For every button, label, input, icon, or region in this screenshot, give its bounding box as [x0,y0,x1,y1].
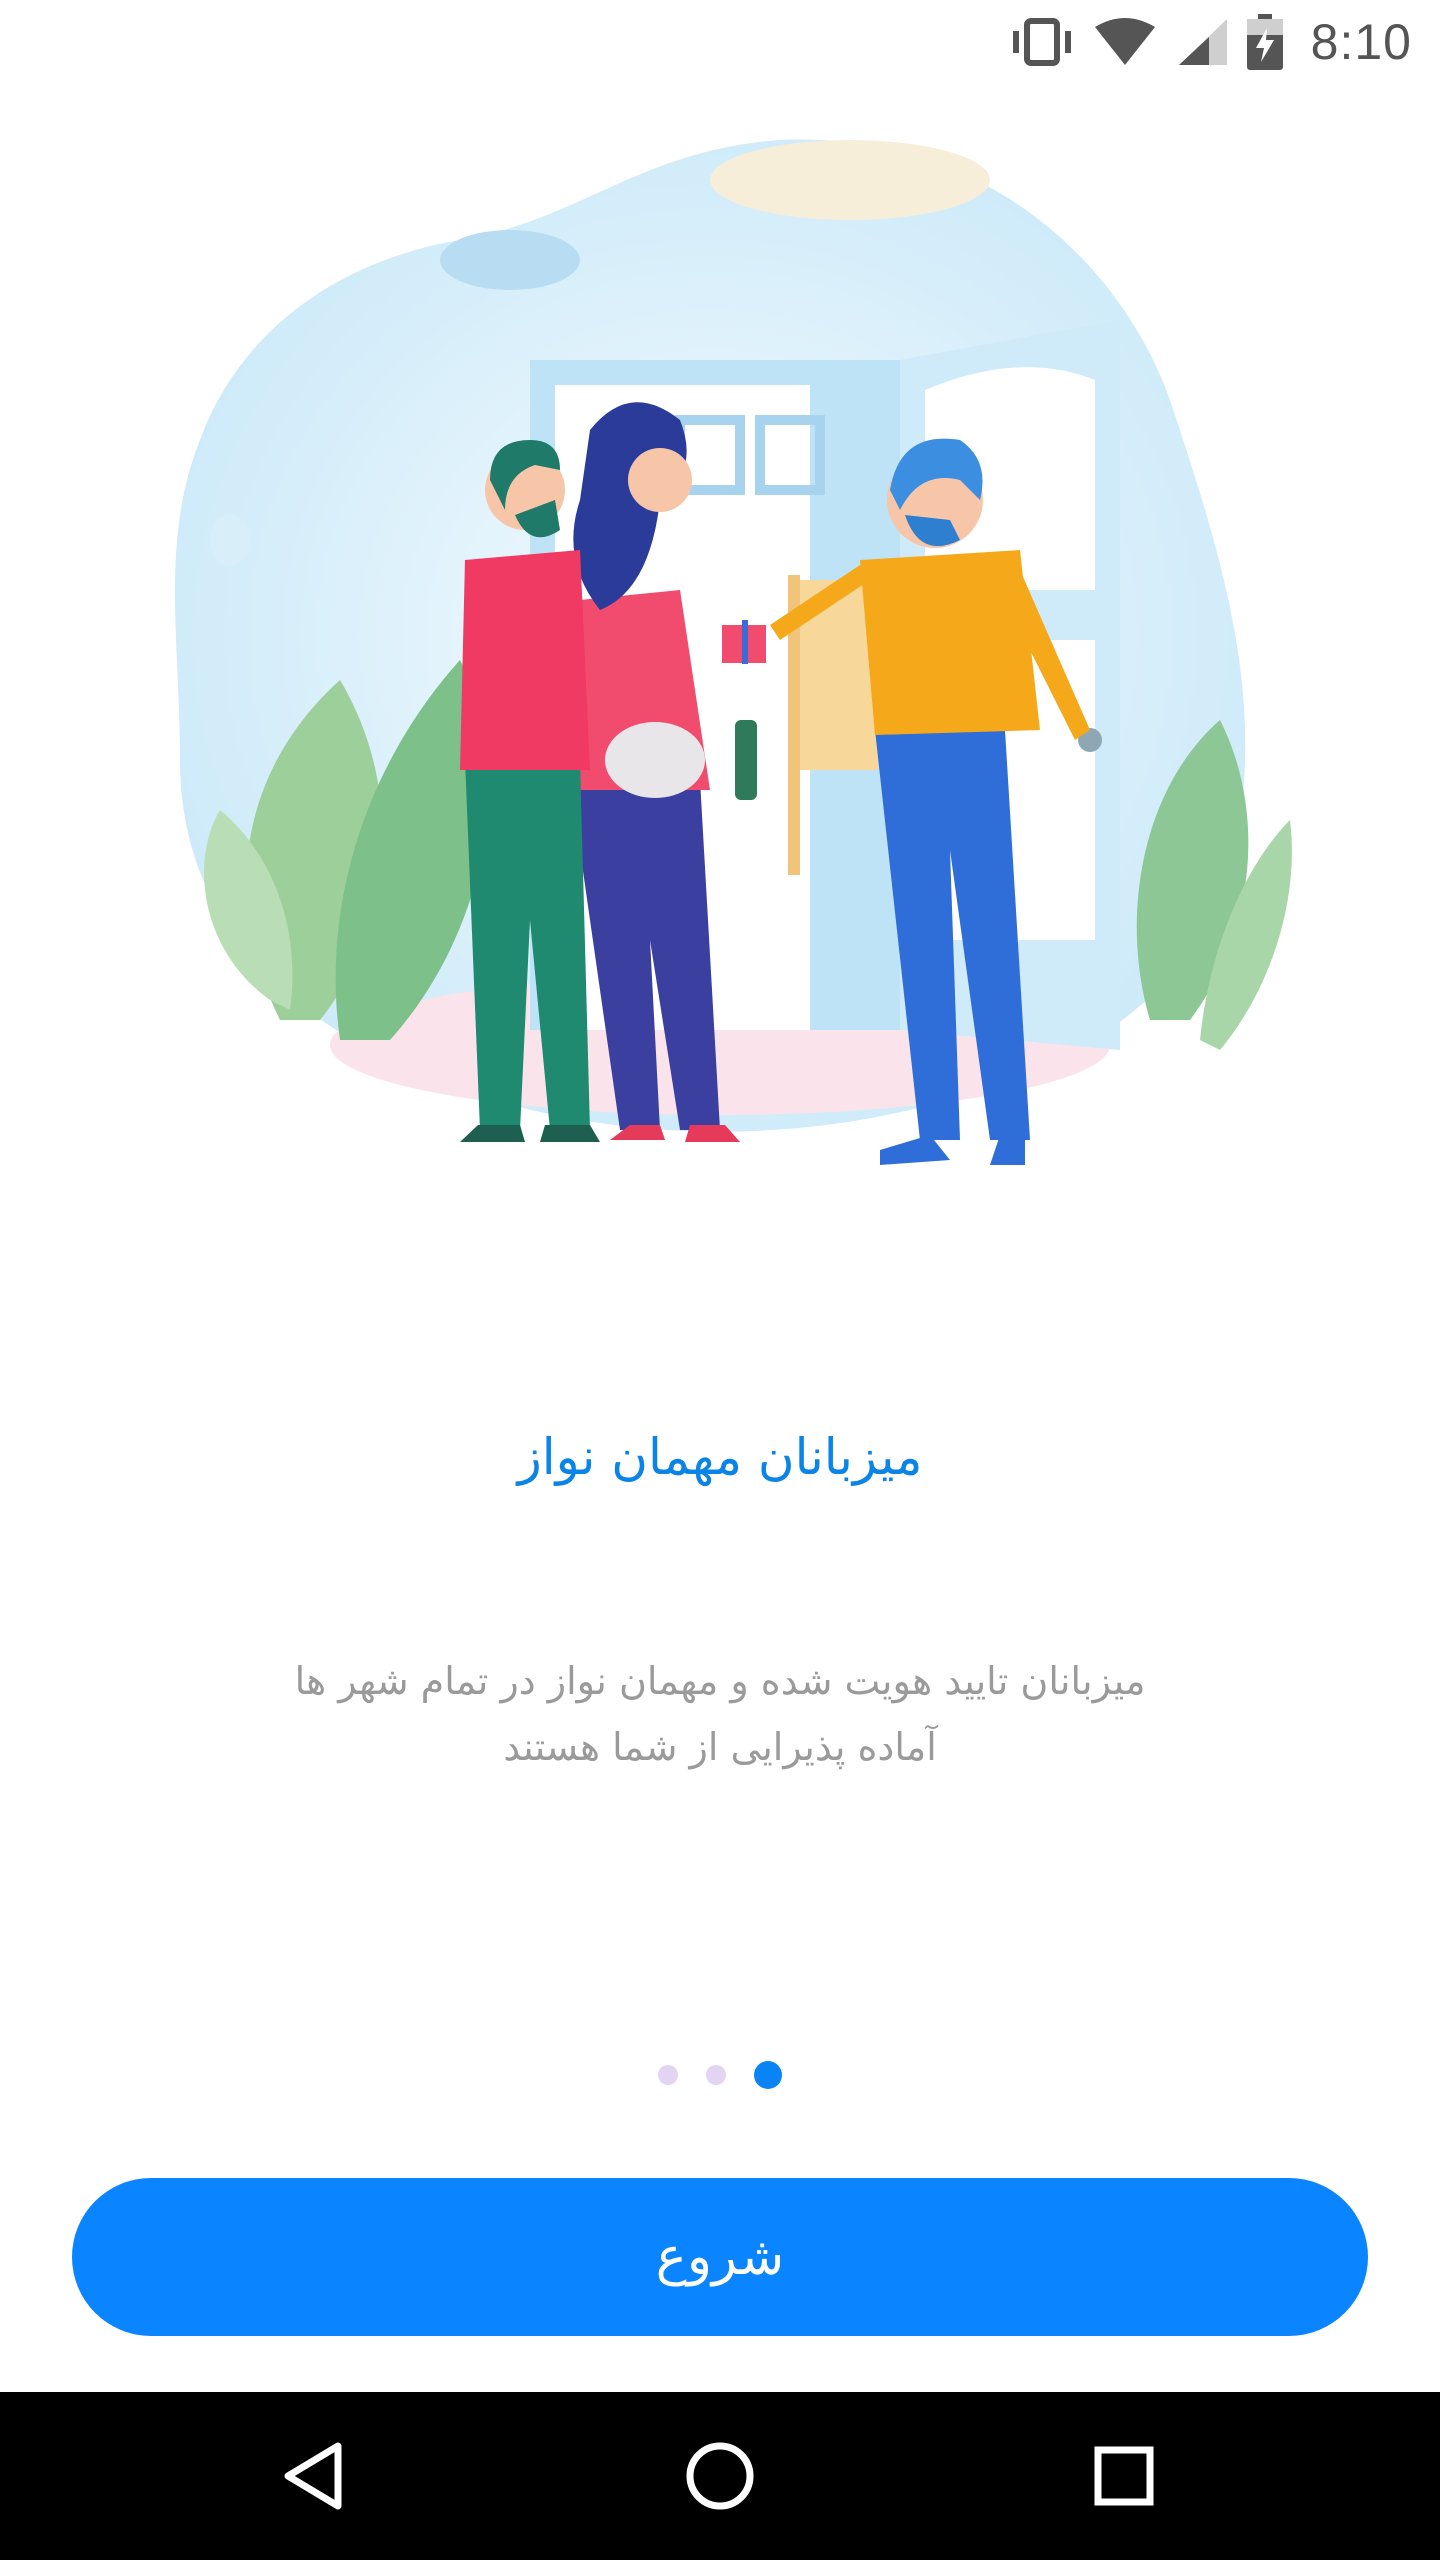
battery-charging-icon [1246,14,1283,70]
page-indicator [0,2060,1440,2090]
page-dot-1[interactable] [658,2065,678,2085]
onboarding-description: میزبانان تایید هویت شده و مهمان نواز در … [240,1648,1200,1780]
wifi-icon [1093,17,1157,67]
system-nav-bar [0,2392,1440,2560]
page-dot-2[interactable] [706,2065,726,2085]
onboarding-title: میزبانان مهمان نواز [517,1428,923,1486]
home-icon[interactable] [670,2426,770,2526]
hosts-welcoming-guests-illustration [160,120,1300,1180]
status-icons: 8:10 [1009,10,1412,74]
recents-icon[interactable] [1074,2426,1174,2526]
page-dot-3-active[interactable] [754,2061,782,2089]
vibrate-icon [1009,17,1075,67]
back-icon[interactable] [266,2426,366,2526]
start-button-label: شروع [655,2227,785,2287]
description-line-2: آماده پذیرایی از شما هستند [503,1725,937,1769]
status-bar: 8:10 [0,0,1440,84]
description-line-1: میزبانان تایید هویت شده و مهمان نواز در … [294,1659,1146,1703]
status-time: 8:10 [1310,14,1412,70]
start-button[interactable]: شروع [72,2178,1368,2336]
cell-signal-icon [1175,17,1229,67]
